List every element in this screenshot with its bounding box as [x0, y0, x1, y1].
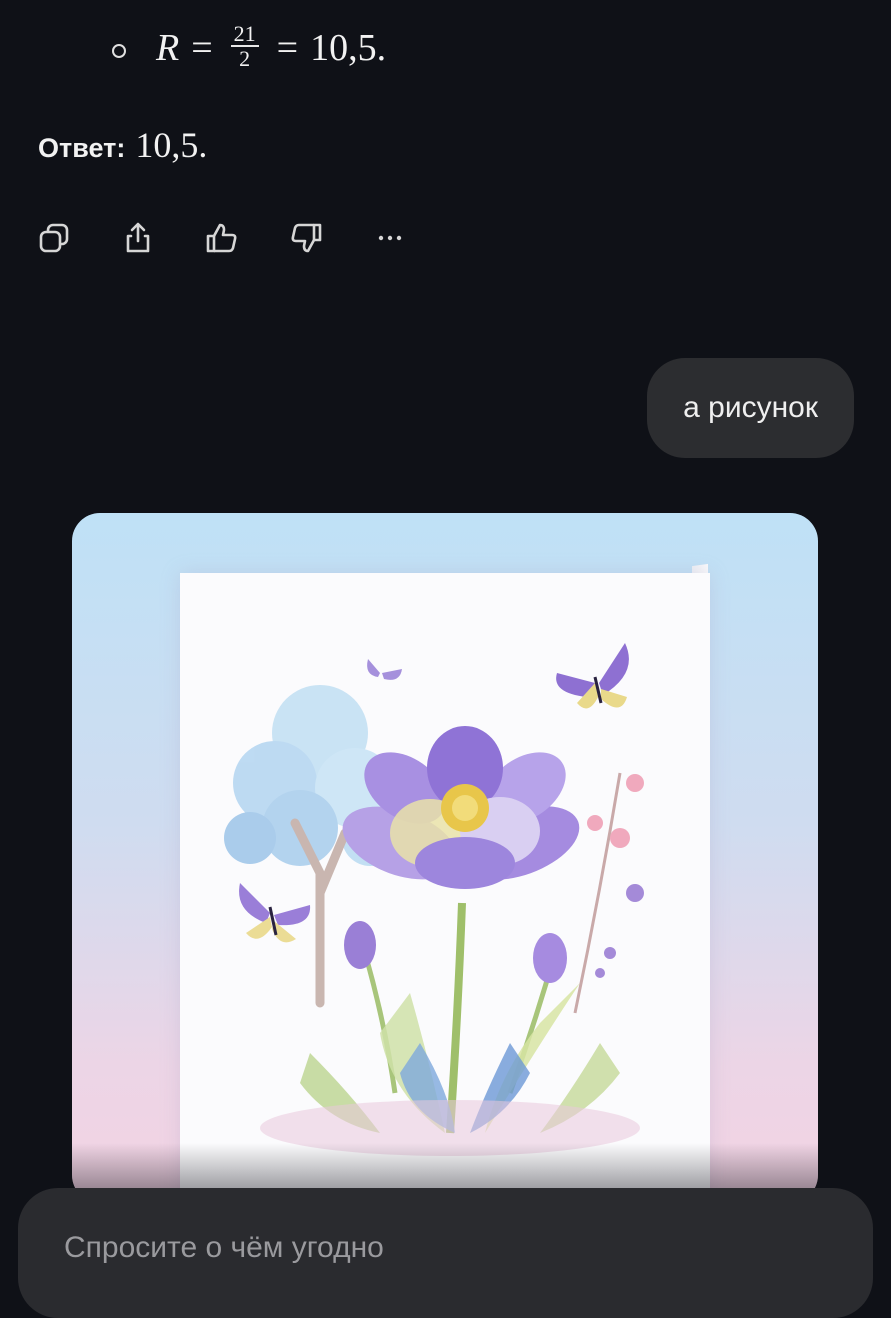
answer-line: Ответ: 10,5.	[38, 124, 207, 166]
more-button[interactable]	[370, 218, 410, 258]
formula-equals-sign: =	[191, 27, 213, 69]
answer-label: Ответ:	[38, 133, 126, 163]
watercolor-illustration	[224, 643, 644, 1156]
generated-image[interactable]	[72, 513, 818, 1203]
fraction-numerator: 21	[230, 22, 259, 47]
formula-variable: R	[156, 27, 180, 69]
copy-button[interactable]	[34, 218, 74, 258]
thumbs-down-icon	[291, 223, 322, 253]
composer	[18, 1188, 873, 1318]
formula-result: 10,5.	[310, 27, 387, 69]
formula-equals-sign-2: =	[276, 27, 299, 69]
greeting-card	[180, 573, 710, 1203]
message-actions	[34, 218, 410, 258]
fraction-denominator: 2	[239, 45, 251, 71]
prompt-input[interactable]	[62, 1230, 826, 1266]
copy-icon	[39, 223, 69, 253]
formula-fraction: 21 2	[230, 22, 259, 71]
like-button[interactable]	[202, 218, 242, 258]
user-message-text: а рисунок	[683, 391, 818, 424]
more-icon	[378, 235, 402, 241]
dislike-button[interactable]	[286, 218, 326, 258]
thumbs-up-icon	[206, 223, 237, 253]
share-icon	[126, 222, 150, 253]
formula-line: R = 21 2 = 10,5.	[112, 18, 386, 78]
share-button[interactable]	[118, 218, 158, 258]
user-message-bubble: а рисунок	[647, 358, 854, 458]
answer-value: 10,5.	[135, 125, 208, 165]
list-bullet	[112, 44, 126, 58]
